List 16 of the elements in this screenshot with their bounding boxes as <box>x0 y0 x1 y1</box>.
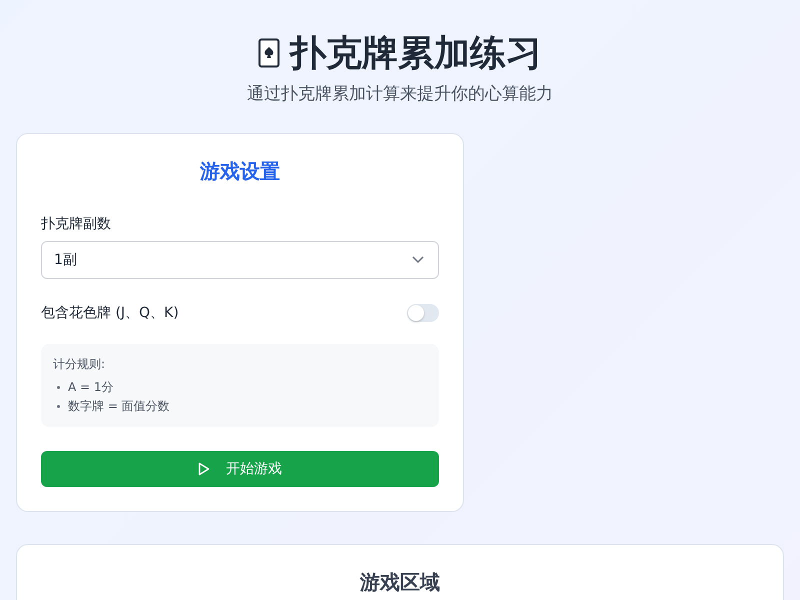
rules-title: 计分规则: <box>53 356 106 373</box>
bullet-icon <box>57 405 60 408</box>
rule-text: A = 1分 <box>68 379 114 396</box>
play-icon <box>198 462 210 476</box>
face-cards-label: 包含花色牌 (J、Q、K) <box>41 304 179 322</box>
face-cards-switch[interactable] <box>407 304 439 322</box>
chevron-down-icon <box>412 256 424 264</box>
card-icon <box>258 38 280 68</box>
app-subtitle: 通过扑克牌累加计算来提升你的心算能力 <box>246 83 554 105</box>
deck-select[interactable]: 1副 <box>41 241 439 279</box>
game-area-title: 游戏区域 <box>358 569 441 596</box>
app-title: 扑克牌累加练习 <box>290 32 542 76</box>
bullet-icon <box>57 386 60 389</box>
settings-title: 游戏设置 <box>198 158 281 185</box>
deck-label: 扑克牌副数 <box>41 215 112 233</box>
rule-text: 数字牌 = 面值分数 <box>68 398 170 415</box>
